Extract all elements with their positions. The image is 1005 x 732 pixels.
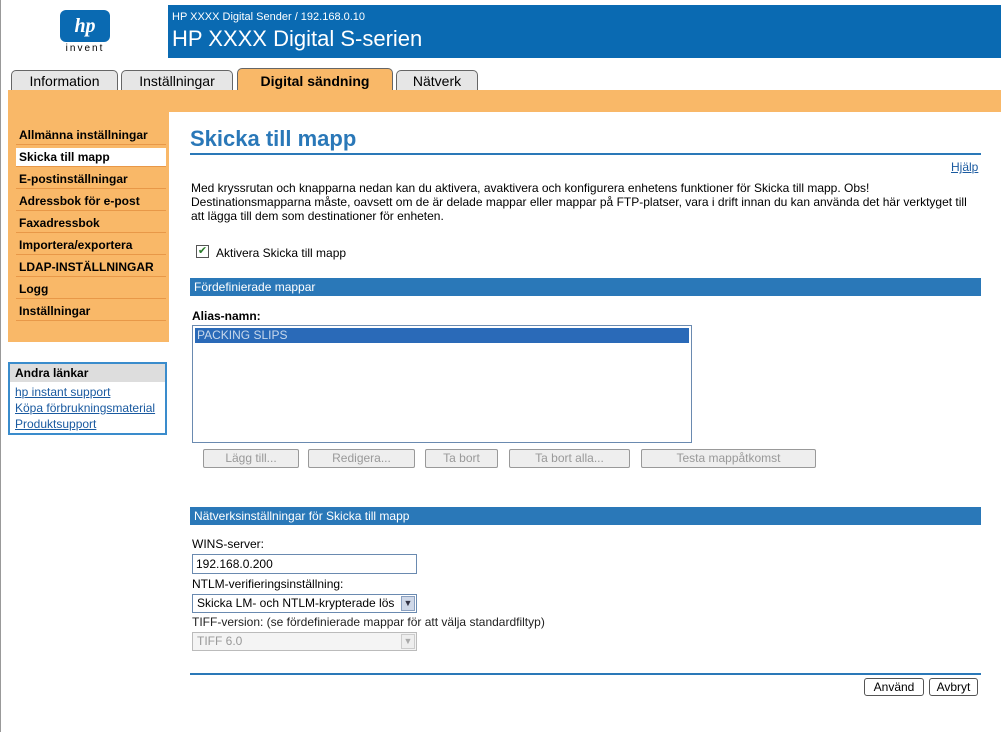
sidebar-item-allmanna[interactable]: Allmänna inställningar [16,126,166,145]
test-folder-access-button[interactable]: Testa mappåtkomst [641,449,816,468]
alias-name-label: Alias-namn: [192,309,261,323]
remove-all-button[interactable]: Ta bort alla... [509,449,630,468]
tiff-select-value: TIFF 6.0 [197,634,243,648]
sidebar-item-logg[interactable]: Logg [16,280,166,299]
sidebar-item-faxadressbok[interactable]: Faxadressbok [16,214,166,233]
link-produktsupport[interactable]: Produktsupport [15,417,96,431]
chevron-down-icon[interactable]: ▼ [401,596,415,611]
apply-button[interactable]: Använd [864,678,924,696]
enable-send-to-folder-checkbox[interactable]: ✔ [196,245,209,258]
remove-button[interactable]: Ta bort [425,449,498,468]
tiff-version-select[interactable]: TIFF 6.0 ▼ [192,632,417,651]
title-divider [190,153,981,155]
cancel-button[interactable]: Avbryt [929,678,978,696]
sidebar-item-epost[interactable]: E-postinställningar [16,170,166,189]
edit-button[interactable]: Redigera... [308,449,415,468]
logo-tagline: invent [65,43,105,54]
tab-bar [8,90,1001,112]
alias-listbox[interactable]: PACKING SLIPS [192,325,692,443]
device-address: HP XXXX Digital Sender / 192.168.0.10 [172,11,366,23]
list-item[interactable]: PACKING SLIPS [195,328,689,343]
sidebar-item-adressbok[interactable]: Adressbok för e-post [16,192,166,211]
hp-logo: hp [60,10,110,42]
header-banner: HP XXXX Digital Sender / 192.168.0.10 HP… [168,5,1001,58]
tab-information[interactable]: Information [11,70,118,90]
sidebar-item-installningar[interactable]: Inställningar [16,302,166,321]
section-predefined-folders: Fördefinierade mappar [190,278,981,296]
chevron-down-icon[interactable]: ▼ [401,634,415,649]
tab-digital-sandning[interactable]: Digital sändning [237,68,393,92]
link-kopa-forbrukningsmaterial[interactable]: Köpa förbrukningsmaterial [15,401,155,415]
wins-server-input[interactable]: 192.168.0.200 [192,554,417,574]
page-title: Skicka till mapp [190,126,357,151]
sidebar-item-importera[interactable]: Importera/exportera [16,236,166,255]
add-button[interactable]: Lägg till... [203,449,299,468]
ntlm-select[interactable]: Skicka LM- och NTLM-krypterade lös ▼ [192,594,417,613]
bottom-divider [190,673,981,675]
ntlm-label: NTLM-verifieringsinställning: [192,577,344,591]
other-links-box: Andra länkar hp instant support Köpa för… [8,362,167,435]
sidebar-item-ldap[interactable]: LDAP-INSTÄLLNINGAR [16,258,166,277]
other-links-title: Andra länkar [10,364,165,382]
wins-server-label: WINS-server: [192,537,264,551]
sidebar-nav: Allmänna inställningar Skicka till mapp … [8,112,169,342]
link-hp-instant-support[interactable]: hp instant support [15,385,110,399]
device-title: HP XXXX Digital S-serien [172,26,423,51]
sidebar-item-skicka-till-mapp[interactable]: Skicka till mapp [16,148,166,167]
section-network-settings: Nätverksinställningar för Skicka till ma… [190,507,981,525]
tab-installningar[interactable]: Inställningar [121,70,233,90]
tiff-version-label: TIFF-version: (se fördefinierade mappar … [192,615,545,629]
intro-text: Med kryssrutan och knapparna nedan kan d… [191,181,967,223]
help-link[interactable]: Hjälp [951,160,978,174]
tab-natverk[interactable]: Nätverk [396,70,478,90]
ntlm-select-value: Skicka LM- och NTLM-krypterade lös [197,596,395,610]
enable-send-to-folder-label: Aktivera Skicka till mapp [216,246,347,260]
